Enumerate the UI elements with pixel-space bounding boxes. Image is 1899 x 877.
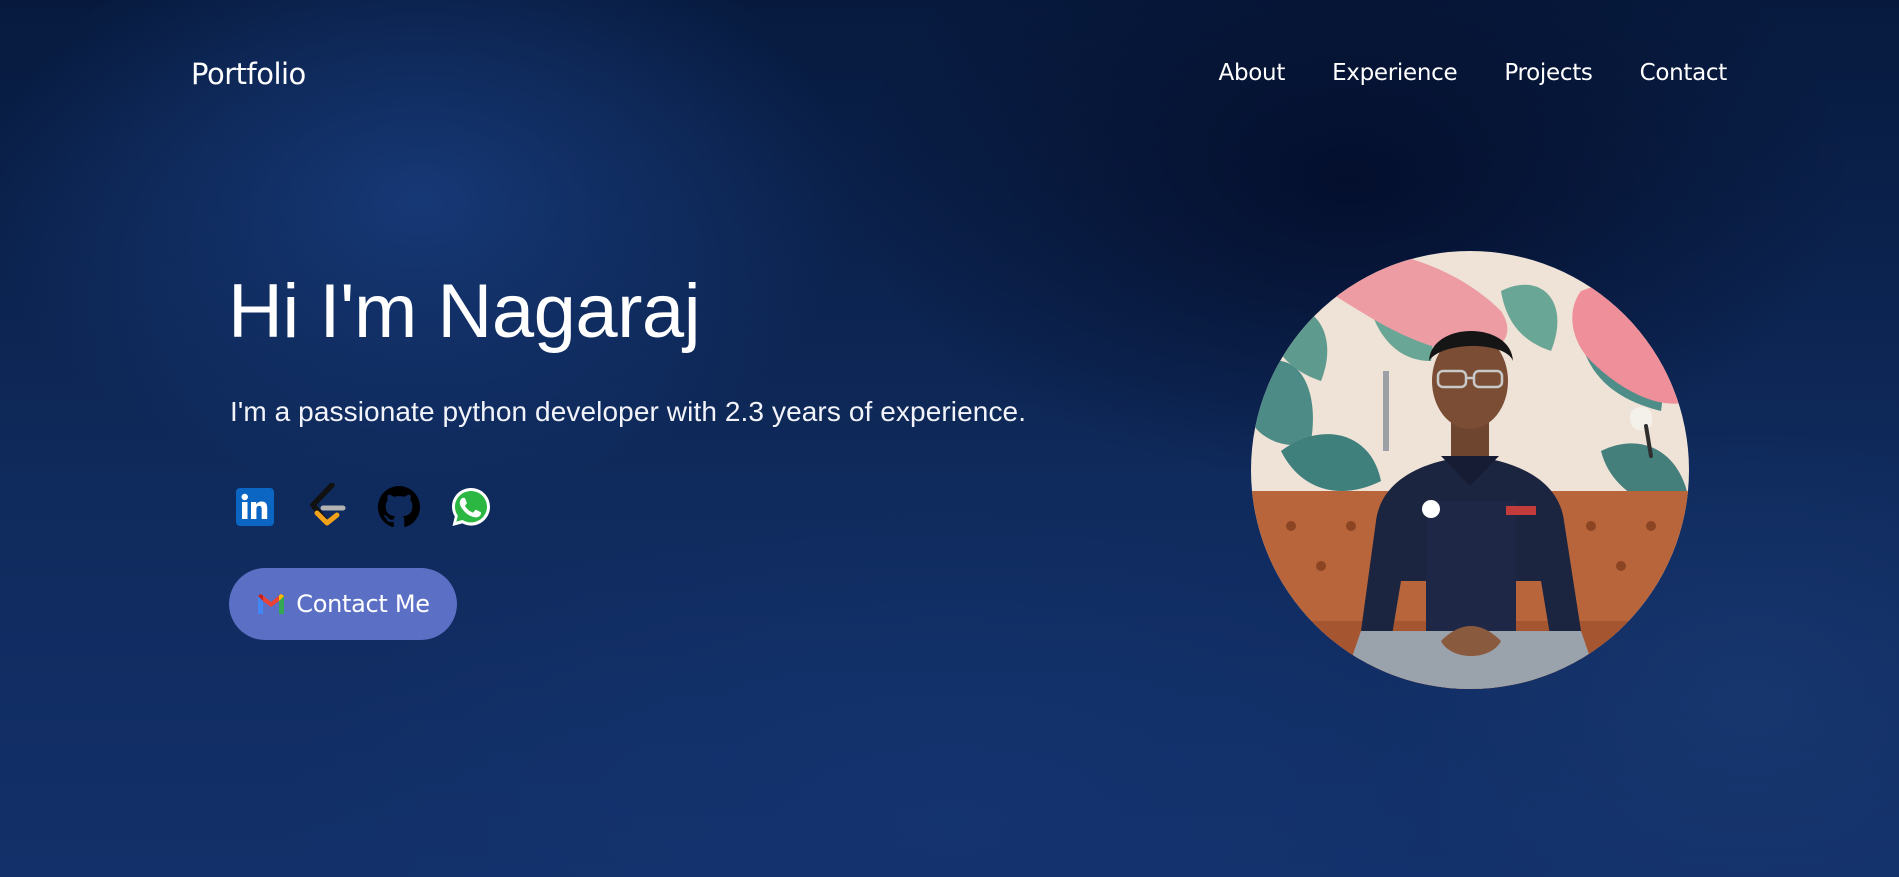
contact-me-label: Contact Me	[296, 590, 430, 618]
github-icon	[378, 486, 420, 527]
brand-logo-text[interactable]: Portfolio	[191, 57, 306, 91]
contact-me-button[interactable]: Contact Me	[229, 568, 457, 640]
github-link[interactable]	[376, 484, 422, 530]
gmail-icon	[258, 594, 285, 614]
whatsapp-link[interactable]	[448, 484, 494, 530]
nav-projects[interactable]: Projects	[1504, 60, 1593, 86]
hero-title: Hi I'm Nagaraj	[228, 269, 701, 354]
social-links	[232, 483, 494, 530]
linkedin-link[interactable]	[232, 484, 278, 530]
leetcode-icon	[310, 483, 346, 526]
nav-contact[interactable]: Contact	[1640, 60, 1728, 86]
profile-photo	[1251, 251, 1689, 689]
main-nav: About Experience Projects Contact	[1219, 60, 1728, 86]
nav-experience[interactable]: Experience	[1332, 60, 1458, 86]
hero-subtitle: I'm a passionate python developer with 2…	[230, 396, 1027, 427]
linkedin-icon	[236, 488, 274, 526]
leetcode-link[interactable]	[304, 483, 350, 530]
whatsapp-icon	[452, 488, 490, 526]
nav-about[interactable]: About	[1219, 60, 1286, 86]
